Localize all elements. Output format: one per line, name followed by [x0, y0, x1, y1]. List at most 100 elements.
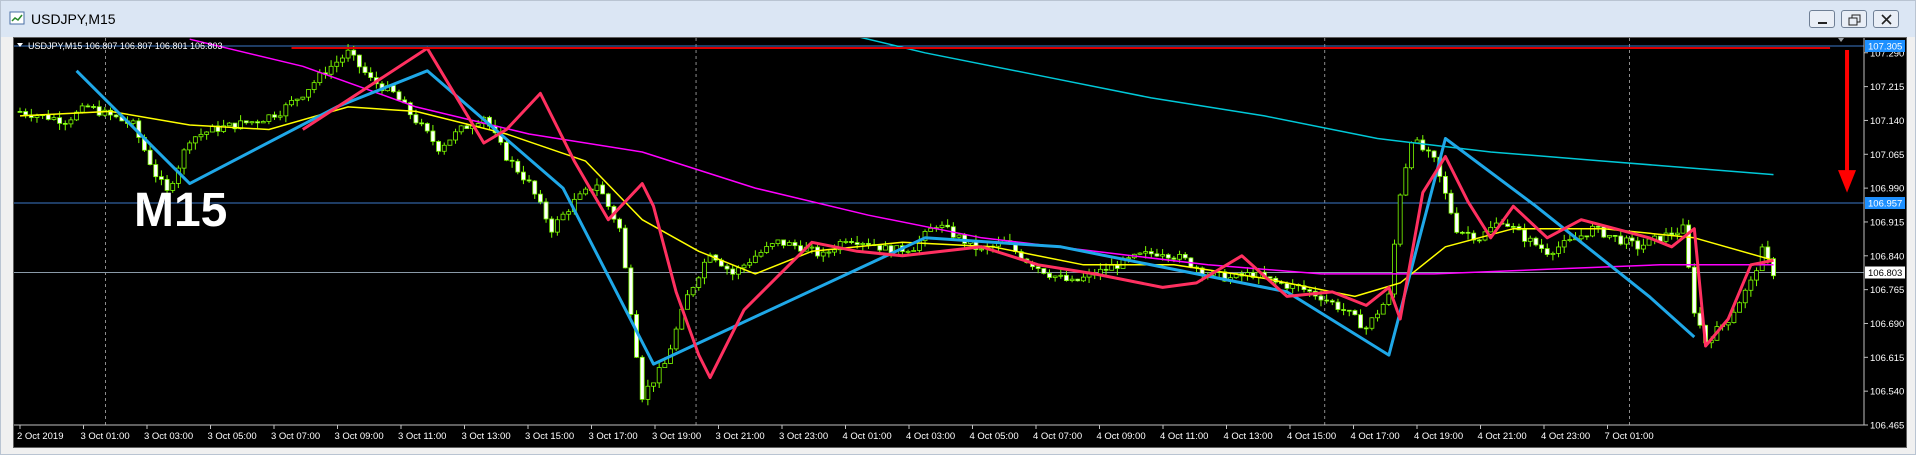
time-tick-label: 4 Oct 01:00	[843, 431, 892, 442]
candle-body	[735, 267, 741, 275]
candle-body	[741, 264, 747, 269]
time-tick-label: 3 Oct 13:00	[462, 431, 511, 442]
time-tick-label: 4 Oct 21:00	[1478, 431, 1527, 442]
time-tick-label: 4 Oct 09:00	[1097, 431, 1146, 442]
candle-body	[685, 294, 690, 310]
candle-body	[1335, 301, 1341, 310]
candle-body	[351, 49, 357, 56]
blue-zigzag-line	[75, 69, 1696, 366]
candle-body	[832, 249, 837, 253]
candle-body	[289, 100, 294, 106]
candle-body	[1137, 252, 1143, 255]
candle-body	[1318, 295, 1324, 301]
price-tick-label: 106.540	[1870, 387, 1904, 398]
candle-body	[1765, 246, 1771, 260]
candle-body	[340, 57, 345, 63]
candle-body	[939, 224, 945, 228]
candle-body	[1742, 289, 1748, 304]
candle-body	[294, 98, 300, 101]
candle-body	[656, 367, 662, 384]
price-marker: 106.803	[1865, 266, 1905, 279]
red-zigzag-line	[301, 46, 1774, 380]
price-chart[interactable]: 107.290107.215107.140107.065106.990106.9…	[14, 0, 1906, 447]
candle-body	[792, 242, 798, 247]
price-tick-label: 107.065	[1870, 150, 1904, 161]
candle-body	[475, 123, 481, 127]
candle-body	[1426, 149, 1431, 152]
candle-body	[911, 250, 917, 252]
candle-body	[1640, 244, 1646, 250]
candle-body	[1397, 194, 1403, 245]
time-tick-label: 3 Oct 03:00	[144, 431, 193, 442]
candle-body	[85, 105, 91, 108]
candle-body	[1691, 266, 1697, 314]
time-tick-label: 4 Oct 07:00	[1033, 431, 1082, 442]
candle-body	[181, 149, 187, 169]
candle-body	[424, 123, 430, 132]
candle-body	[866, 243, 871, 246]
restore-button[interactable]	[1841, 10, 1867, 28]
candle-body	[1431, 150, 1437, 158]
price-tick-label: 107.140	[1870, 116, 1904, 127]
candle-body	[1459, 231, 1465, 234]
chart-area[interactable]: 107.290 107.215 107.140 107.065 106.990 106.9…	[13, 0, 1907, 448]
candle-body	[1527, 237, 1533, 242]
candle-body	[1618, 235, 1624, 245]
time-tick-label: 3 Oct 15:00	[525, 431, 574, 442]
candle-body	[283, 104, 289, 117]
close-icon	[1881, 14, 1892, 25]
candle-body	[1612, 235, 1618, 237]
candle-body	[1160, 254, 1166, 257]
candle-body	[781, 239, 787, 246]
candle-body	[1369, 317, 1375, 329]
candle-body	[1171, 257, 1177, 260]
candle-body	[1375, 313, 1380, 319]
candle-body	[622, 227, 628, 269]
candle-body	[543, 201, 549, 220]
candle-body	[430, 130, 436, 142]
candle-body	[554, 219, 560, 233]
price-tick-label: 106.765	[1870, 285, 1904, 296]
candle-body	[62, 122, 68, 125]
title-bar[interactable]: USDJPY,M15	[1, 1, 1915, 37]
time-tick-label: 4 Oct 19:00	[1414, 431, 1463, 442]
candle-body	[1420, 139, 1426, 151]
candle-body	[826, 251, 832, 254]
candle-body	[628, 267, 634, 315]
candle-body	[1539, 244, 1544, 249]
candle-body	[1465, 231, 1471, 234]
candle-body	[549, 218, 555, 233]
candle-body	[356, 54, 362, 68]
candle-body	[1064, 274, 1069, 282]
candle-body	[769, 243, 775, 247]
candle-body	[57, 117, 62, 124]
candle-body	[860, 243, 866, 245]
candle-body	[1047, 272, 1052, 278]
candle-body	[1109, 264, 1115, 271]
candle-body	[1392, 243, 1397, 295]
time-tick-label: 3 Oct 19:00	[652, 431, 701, 442]
time-tick-label: 3 Oct 21:00	[716, 431, 765, 442]
candle-body	[96, 106, 102, 116]
candle-body	[1584, 235, 1590, 238]
candle-body	[419, 122, 425, 125]
candle-body	[187, 142, 193, 151]
time-tick-label: 4 Oct 03:00	[906, 431, 955, 442]
candle-body	[849, 241, 854, 243]
candle-body	[1561, 240, 1567, 248]
candle-body	[328, 65, 334, 75]
candle-body	[345, 49, 351, 59]
candle-body	[441, 144, 447, 152]
symbol-info-label: USDJPY,M15 106.807 106.807 106.801 106.8…	[28, 41, 223, 51]
close-button[interactable]	[1873, 10, 1899, 28]
candle-body	[413, 114, 419, 124]
candle-body	[560, 213, 566, 221]
candle-body	[883, 245, 888, 251]
candle-body	[775, 239, 781, 244]
candle-body	[724, 265, 730, 270]
candle-body	[334, 61, 340, 67]
minimize-button[interactable]	[1809, 10, 1835, 28]
candle-body	[1363, 327, 1369, 330]
candle-body	[979, 248, 984, 251]
candle-body	[673, 328, 679, 350]
